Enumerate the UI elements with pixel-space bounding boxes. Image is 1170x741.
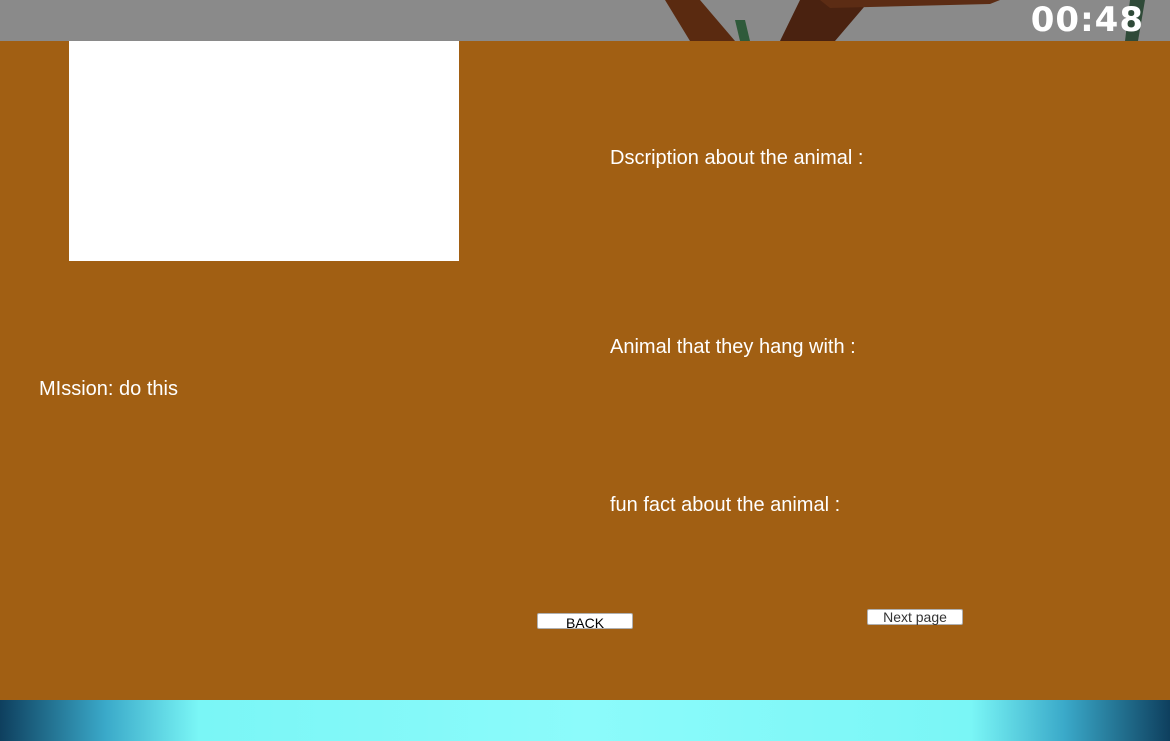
description-label: Dscription about the animal :	[610, 147, 864, 169]
animal-info-panel: MIssion: do this Dscription about the an…	[0, 41, 1170, 700]
countdown-timer: 00:48	[1030, 0, 1144, 40]
animal-image-placeholder	[69, 41, 459, 261]
game-scene-top: 00:48	[0, 0, 1170, 41]
mission-text: MIssion: do this	[39, 378, 178, 400]
tree-branches-graphic	[665, 0, 1145, 41]
sky-gradient-strip	[0, 700, 1170, 741]
next-page-button[interactable]: Next page	[867, 609, 963, 625]
back-button[interactable]: BACK	[537, 613, 633, 631]
companions-label: Animal that they hang with :	[610, 336, 856, 358]
fun-fact-label: fun fact about the animal :	[610, 494, 841, 516]
